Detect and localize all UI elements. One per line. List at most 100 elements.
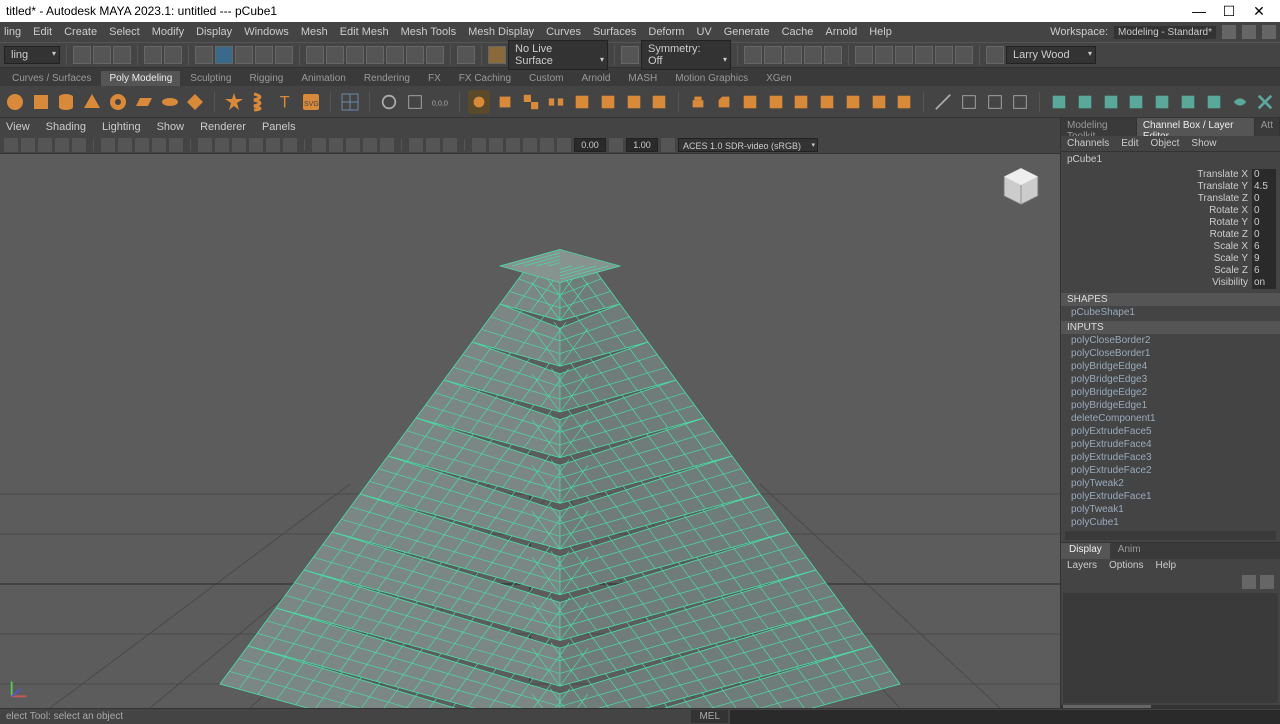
account-dropdown[interactable]: Larry Wood: [1006, 46, 1096, 64]
render-icon[interactable]: [824, 46, 842, 64]
select-mode-icon[interactable]: [275, 46, 293, 64]
shelf-tab[interactable]: FX Caching: [451, 71, 519, 86]
attr-row[interactable]: Scale X6: [1061, 241, 1280, 253]
attr-value[interactable]: 0: [1252, 169, 1276, 181]
input-history-item[interactable]: deleteComponent1: [1061, 412, 1280, 425]
poly-cube-icon[interactable]: [30, 90, 52, 114]
poly-star-icon[interactable]: [223, 90, 245, 114]
menu-item[interactable]: Mesh Display: [468, 26, 534, 38]
poly-tool-icon[interactable]: [790, 90, 812, 114]
menu-item[interactable]: UV: [696, 26, 711, 38]
menu-item[interactable]: Mesh Tools: [401, 26, 456, 38]
vp-tool-icon[interactable]: [135, 138, 149, 152]
symmetry-icon[interactable]: [621, 46, 639, 64]
shelf-tab[interactable]: Rigging: [241, 71, 291, 86]
menu-item[interactable]: Create: [64, 26, 97, 38]
poly-disc-icon[interactable]: [159, 90, 181, 114]
vp-tool-icon[interactable]: [38, 138, 52, 152]
panel-layout-icon[interactable]: [855, 46, 873, 64]
vp-tool-icon[interactable]: [426, 138, 440, 152]
shelf-tab-active[interactable]: Poly Modeling: [101, 71, 180, 86]
vp-tool-icon[interactable]: [346, 138, 360, 152]
sidebar-toggle-icon[interactable]: [1222, 25, 1236, 39]
grid-icon[interactable]: [339, 90, 361, 114]
sculpt-icon[interactable]: [1255, 90, 1277, 114]
layer-menu-item[interactable]: Layers: [1067, 560, 1097, 572]
vp-tool-icon[interactable]: [363, 138, 377, 152]
menu-item[interactable]: Help: [869, 26, 892, 38]
menu-set-dropdown[interactable]: ling: [4, 46, 60, 64]
poly-tool-icon[interactable]: [894, 90, 916, 114]
input-history-item[interactable]: polyExtrudeFace5: [1061, 425, 1280, 438]
exposure-icon[interactable]: [557, 138, 571, 152]
sidebar-toggle-icon[interactable]: [1262, 25, 1276, 39]
panel-layout-icon[interactable]: [875, 46, 893, 64]
shape-item[interactable]: pCubeShape1: [1061, 306, 1280, 319]
input-history-item[interactable]: polyTweak2: [1061, 477, 1280, 490]
account-icon[interactable]: [986, 46, 1004, 64]
shelf-tab[interactable]: Motion Graphics: [667, 71, 756, 86]
vp-tool-icon[interactable]: [4, 138, 18, 152]
poly-tool-icon[interactable]: [623, 90, 645, 114]
horizontal-scrollbar[interactable]: [1061, 705, 1280, 708]
vp-tool-icon[interactable]: [283, 138, 297, 152]
poly-tool-icon[interactable]: [378, 90, 400, 114]
menu-item[interactable]: Generate: [724, 26, 770, 38]
input-history-item[interactable]: polyBridgeEdge3: [1061, 373, 1280, 386]
input-history-item[interactable]: polyBridgeEdge4: [1061, 360, 1280, 373]
vp-menu-item[interactable]: Renderer: [200, 121, 246, 133]
poly-tool-icon[interactable]: [1010, 90, 1032, 114]
bevel-icon[interactable]: [713, 90, 735, 114]
layer-add-icon[interactable]: [1260, 575, 1274, 589]
command-line-input[interactable]: [730, 710, 1280, 724]
vp-tool-icon[interactable]: [55, 138, 69, 152]
poly-cone-icon[interactable]: [81, 90, 103, 114]
connect-icon[interactable]: [984, 90, 1006, 114]
chan-menu-item[interactable]: Show: [1191, 138, 1216, 149]
target-weld-icon[interactable]: [958, 90, 980, 114]
shelf-tab[interactable]: Curves / Surfaces: [4, 71, 99, 86]
attr-row[interactable]: Translate X0: [1061, 169, 1280, 181]
panel-layout-icon[interactable]: [895, 46, 913, 64]
minimize-button[interactable]: —: [1184, 3, 1214, 19]
viewcube[interactable]: [1000, 164, 1042, 206]
colorspace-dropdown[interactable]: ACES 1.0 SDR-video (sRGB): [678, 138, 818, 152]
snap-icon[interactable]: [366, 46, 384, 64]
vp-tool-icon[interactable]: [443, 138, 457, 152]
sculpt-icon[interactable]: [1203, 90, 1225, 114]
poly-tool-icon[interactable]: [404, 90, 426, 114]
side-tab[interactable]: Modeling Toolkit: [1061, 118, 1137, 136]
input-history-item[interactable]: polyBridgeEdge1: [1061, 399, 1280, 412]
side-tab-active[interactable]: Channel Box / Layer Editor: [1137, 118, 1255, 136]
poly-tool-icon[interactable]: [494, 90, 516, 114]
chan-menu-item[interactable]: Edit: [1121, 138, 1138, 149]
panel-layout-icon[interactable]: [915, 46, 933, 64]
attr-row[interactable]: Rotate Z0: [1061, 229, 1280, 241]
maximize-button[interactable]: ☐: [1214, 3, 1244, 20]
layer-menu-item[interactable]: Help: [1155, 560, 1176, 572]
snap-icon[interactable]: [346, 46, 364, 64]
attr-value[interactable]: 6: [1252, 241, 1276, 253]
poly-tool-icon[interactable]: [571, 90, 593, 114]
undo-icon[interactable]: [144, 46, 162, 64]
input-history-item[interactable]: polyCloseBorder2: [1061, 334, 1280, 347]
bridge-icon[interactable]: [739, 90, 761, 114]
open-scene-icon[interactable]: [93, 46, 111, 64]
input-history-item[interactable]: polyCloseBorder1: [1061, 347, 1280, 360]
poly-tool-icon[interactable]: [597, 90, 619, 114]
close-button[interactable]: ✕: [1244, 3, 1274, 20]
vp-tool-icon[interactable]: [101, 138, 115, 152]
new-scene-icon[interactable]: [73, 46, 91, 64]
poly-tool-icon[interactable]: [765, 90, 787, 114]
menu-item[interactable]: Cache: [782, 26, 814, 38]
vp-tool-icon[interactable]: [232, 138, 246, 152]
sidebar-toggle-icon[interactable]: [1242, 25, 1256, 39]
render-icon[interactable]: [784, 46, 802, 64]
make-live-icon[interactable]: [488, 46, 506, 64]
vp-menu-item[interactable]: Lighting: [102, 121, 141, 133]
vp-tool-icon[interactable]: [312, 138, 326, 152]
sculpt-icon[interactable]: [1048, 90, 1070, 114]
shelf-tab[interactable]: FX: [420, 71, 449, 86]
save-scene-icon[interactable]: [113, 46, 131, 64]
snap-icon[interactable]: [406, 46, 424, 64]
